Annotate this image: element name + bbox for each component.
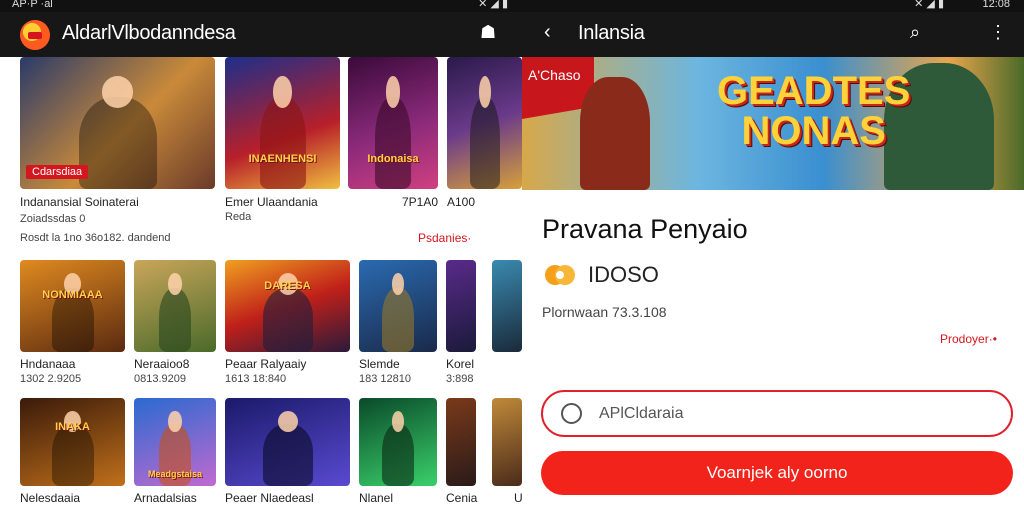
game-tile[interactable]	[134, 260, 216, 352]
game-tile[interactable]: Meadgstaisa	[134, 398, 216, 486]
game-tile[interactable]	[359, 398, 437, 486]
status-icons: ✕ ◢ ▮	[914, 0, 944, 10]
tile-title: Nelesdaaia	[20, 491, 81, 505]
hero-banner[interactable]: A'Chaso GEADTES NONAS	[522, 57, 1024, 190]
more-link[interactable]: Psdanies·	[418, 231, 471, 245]
status-time: 12:08	[982, 0, 1010, 10]
cast-icon[interactable]: ☗	[480, 22, 496, 43]
app-logo-icon[interactable]	[20, 20, 50, 50]
more-vert-icon[interactable]: ⋮	[989, 22, 1007, 43]
rating-icon	[545, 265, 575, 285]
tile-title: Slemde	[359, 357, 400, 371]
tile-title: Nlanel	[359, 491, 394, 505]
tile-title: 7P1A0	[402, 195, 439, 209]
tile-title: Indanansial Soinaterai	[20, 195, 139, 209]
banner-logo-line2: NONAS	[741, 109, 886, 153]
game-tile[interactable]	[446, 398, 476, 486]
game-tile[interactable]	[359, 260, 437, 352]
search-icon[interactable]: ⌕	[910, 22, 920, 43]
game-tile[interactable]	[225, 398, 350, 486]
game-tile[interactable]	[492, 398, 522, 486]
game-tile[interactable]: INAKA	[20, 398, 125, 486]
status-icons: ✕ ◢ ▮	[478, 0, 508, 10]
tile-title: Peaer Nlaedeasl	[225, 491, 314, 505]
tile-logo-text: INAENHENSI	[248, 153, 317, 166]
banner-character-left	[580, 77, 650, 190]
page-title: Inlansia	[578, 22, 645, 44]
status-time: AP·P ·al	[12, 0, 53, 10]
search-placeholder: APlCldaraia	[599, 405, 684, 422]
tile-title: Peaar Ralyaaiy	[225, 357, 307, 371]
game-tile[interactable]	[447, 57, 522, 189]
game-tile[interactable]: Cdarsdiaa	[20, 57, 215, 189]
rating-value: IDOSO	[588, 262, 659, 287]
tile-meta: 3:898	[446, 373, 474, 385]
game-tile[interactable]	[492, 260, 522, 352]
tile-title: Neraaioo8	[134, 357, 190, 371]
banner-logo-line1: GEADTES	[717, 69, 911, 113]
tile-meta: 0813.9209	[134, 373, 186, 385]
status-bar: AP·P ·al ✕ ◢ ▮	[0, 0, 522, 12]
primary-action-button[interactable]: Voarnjek aly oorno	[541, 451, 1013, 495]
tile-subtitle: Reda	[225, 211, 252, 223]
app-title: AldarlVlbodanndesa	[62, 22, 236, 44]
tile-meta: 1302 2.9205	[20, 373, 82, 385]
game-tile[interactable]	[446, 260, 476, 352]
tile-subtitle: Zoiadssdas 0	[20, 213, 86, 225]
tile-title: A100	[447, 195, 476, 209]
app-bar: ‹ Inlansia ⌕ ⋮	[522, 12, 1024, 57]
right-screen: 12:08 ✕ ◢ ▮ ‹ Inlansia ⌕ ⋮ A'Chaso GEADT…	[522, 0, 1024, 512]
left-screen: AP·P ·al ✕ ◢ ▮ AldarlVlbodanndesa ☗ Cdar…	[0, 0, 522, 512]
app-meta: Plornwaan 73.3.108	[542, 304, 667, 320]
game-tile[interactable]: INAENHENSI	[225, 57, 340, 189]
more-link[interactable]: Prodoyer·•	[940, 332, 997, 346]
tile-badge: Cdarsdiaa	[26, 165, 89, 179]
app-detail-title: Pravana Penyaio	[542, 214, 748, 244]
tile-title: Korel	[446, 357, 475, 371]
tile-meta: 1613 18:840	[225, 373, 287, 385]
tile-logo-text: Indonaisa	[367, 153, 419, 166]
game-tile[interactable]: Indonaisa	[348, 57, 438, 189]
tile-meta: Rosdt la 1no 36o182. dandend	[20, 232, 171, 244]
search-input[interactable]: APlCldaraia	[541, 390, 1013, 437]
tile-title: Hndanaaa	[20, 357, 76, 371]
tile-title: Arnadalsias	[134, 491, 197, 505]
tile-title: U	[514, 491, 522, 505]
tile-title: Emer Ulaandania	[225, 195, 318, 209]
search-icon	[561, 403, 582, 424]
tile-logo-text: NONMIAAA	[42, 289, 103, 302]
back-arrow-icon[interactable]: ‹	[544, 21, 551, 44]
game-tile[interactable]: DARESA	[225, 260, 350, 352]
banner-logo: GEADTES NONAS	[717, 71, 910, 151]
status-bar: 12:08 ✕ ◢ ▮	[522, 0, 1024, 12]
game-tile[interactable]: NONMIAAA	[20, 260, 125, 352]
tile-logo-text: DARESA	[264, 280, 311, 293]
app-bar: AldarlVlbodanndesa ☗	[0, 12, 522, 57]
tile-title: Cenia	[446, 491, 478, 505]
tile-logo-text: Meadgstaisa	[147, 468, 203, 479]
tile-meta: 183 12810	[359, 373, 411, 385]
tile-logo-text: INAKA	[55, 421, 90, 434]
